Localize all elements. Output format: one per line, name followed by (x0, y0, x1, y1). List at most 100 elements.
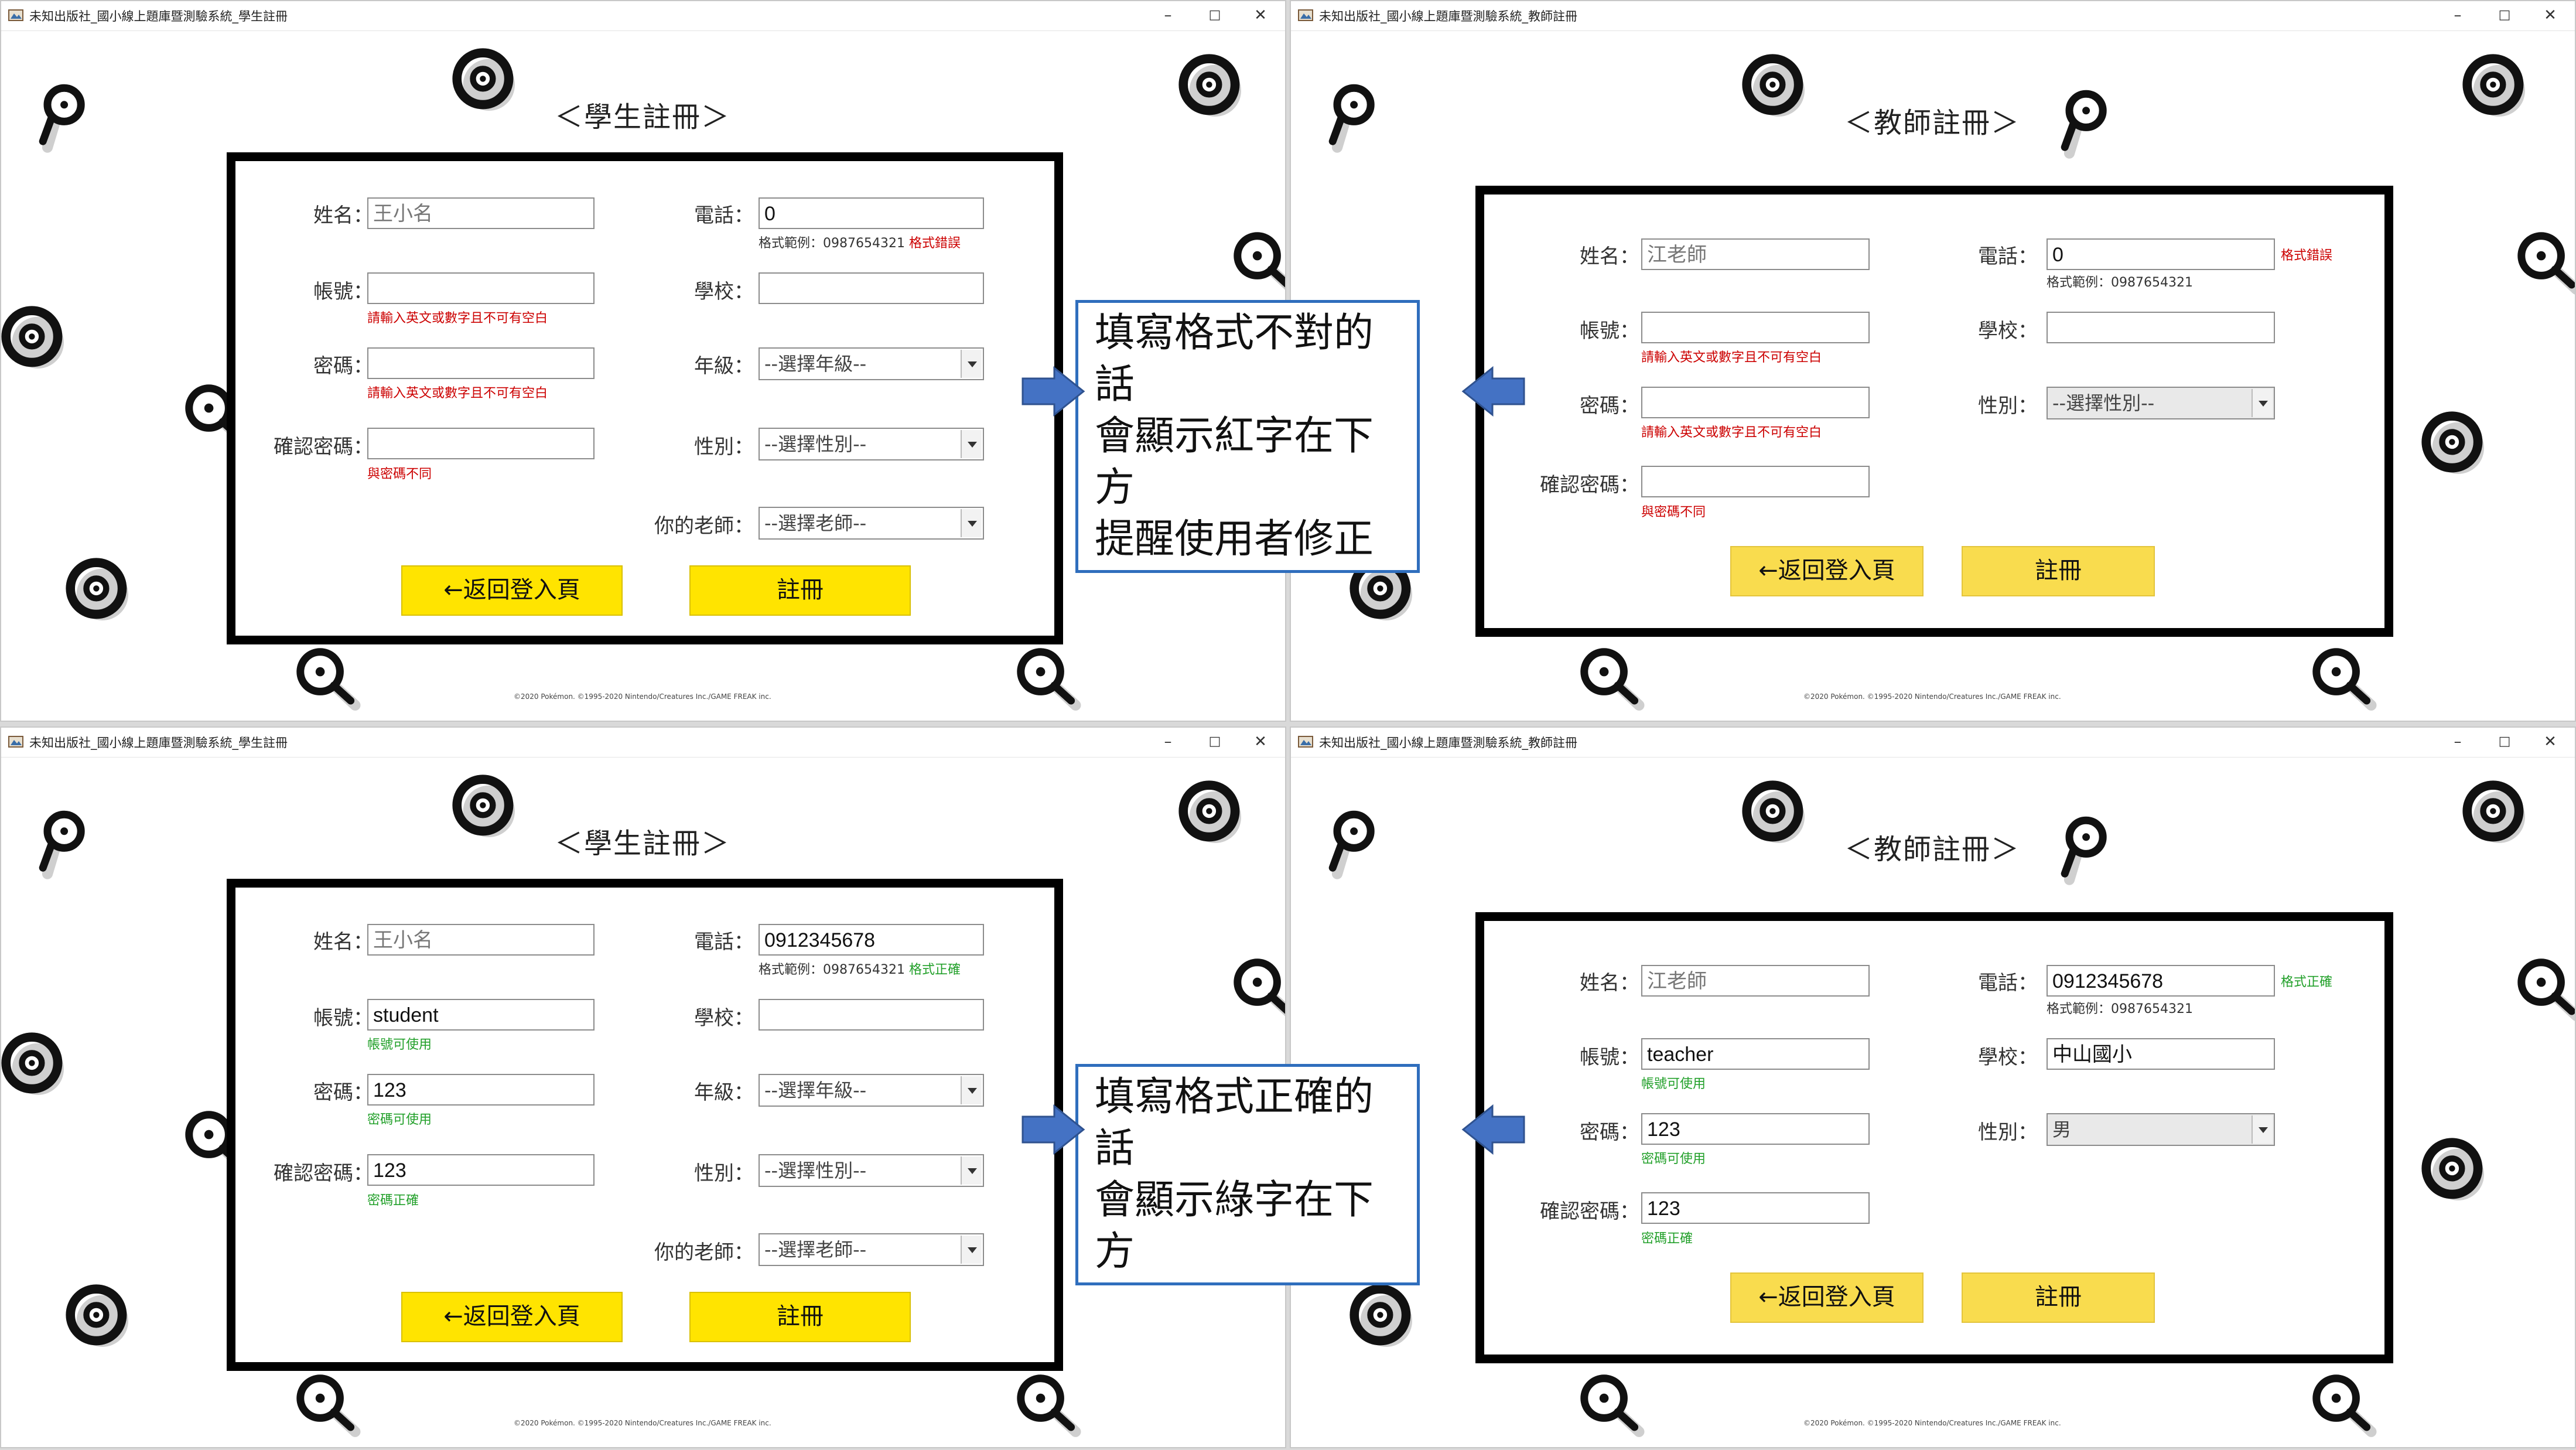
grade-label: 年級： (694, 354, 754, 378)
unown-o-icon (60, 552, 136, 628)
confirm-password-input[interactable]: 123 (1641, 1192, 1870, 1224)
gender-select[interactable]: --選擇性別-- (759, 428, 984, 460)
chevron-down-icon[interactable] (961, 1076, 982, 1104)
window-title: 未知出版社_國小線上題庫暨測驗系統_學生註冊 (29, 9, 288, 23)
unown-o-icon (2457, 775, 2533, 851)
register-button[interactable]: 註冊 (689, 1292, 911, 1342)
register-button[interactable]: 註冊 (689, 565, 911, 616)
name-input[interactable]: 王小名 (367, 924, 595, 956)
minimize-button[interactable]: – (2440, 4, 2475, 27)
chevron-down-icon[interactable] (961, 509, 982, 537)
chevron-down-icon[interactable] (2252, 389, 2273, 417)
name-input[interactable]: 江老師 (1641, 238, 1870, 270)
password-input[interactable]: 123 (1641, 1113, 1870, 1145)
close-button[interactable]: ✕ (1243, 730, 1278, 753)
chevron-down-icon[interactable] (961, 1236, 982, 1264)
unown-q-icon (2304, 640, 2380, 716)
account-label: 帳號： (313, 280, 373, 303)
confirm-password-input[interactable] (367, 428, 595, 459)
back-to-login-button[interactable]: ←返回登入頁 (1730, 546, 1924, 596)
grade-select[interactable]: --選擇年級-- (759, 1074, 984, 1107)
unown-p-icon (1314, 77, 1391, 153)
window-title: 未知出版社_國小線上題庫暨測驗系統_教師註冊 (1319, 736, 1577, 750)
phone-input[interactable]: 0912345678 (2047, 965, 2275, 997)
right-arrow-icon (1021, 366, 1085, 417)
school-input[interactable]: 中山國小 (2047, 1038, 2275, 1070)
back-to-login-button[interactable]: ←返回登入頁 (401, 565, 623, 616)
back-to-login-button[interactable]: ←返回登入頁 (401, 1292, 623, 1342)
unown-o-icon (60, 1278, 136, 1355)
account-input[interactable]: teacher (1641, 1038, 1870, 1070)
confirm-password-input[interactable]: 123 (367, 1154, 595, 1186)
grade-select[interactable]: --選擇年級-- (759, 347, 984, 380)
phone-input[interactable]: 0 (759, 197, 984, 229)
chevron-down-icon[interactable] (961, 430, 982, 458)
school-input[interactable] (2047, 312, 2275, 343)
name-input[interactable]: 江老師 (1641, 965, 1870, 997)
error-explanation-callout: 填寫格式不對的話 會顯示紅字在下方 提醒使用者修正 (1075, 300, 1420, 573)
chevron-down-icon[interactable] (961, 1156, 982, 1185)
phone-status-message: 格式錯誤 (908, 236, 961, 251)
gender-select[interactable]: --選擇性別-- (759, 1154, 984, 1187)
close-button[interactable]: ✕ (2533, 4, 2568, 27)
page-title: ＜教師註冊＞ (1844, 107, 2021, 139)
confirm-password-error-message: 與密碼不同 (1641, 505, 1706, 520)
phone-format-hint: 格式範例：0987654321 格式正確 (759, 963, 961, 977)
teacher-select[interactable]: --選擇老師-- (759, 507, 984, 540)
callout-line: 會顯示紅字在下方 (1095, 413, 1374, 511)
gender-label: 性別： (694, 1162, 754, 1185)
unown-q-icon (288, 640, 364, 716)
unown-p-icon (25, 804, 101, 880)
minimize-button[interactable]: – (1150, 4, 1185, 27)
phone-input[interactable]: 0 (2047, 238, 2275, 270)
password-input[interactable] (1641, 387, 1870, 418)
unown-o-icon (0, 1026, 71, 1103)
unown-q-icon (1009, 640, 1085, 716)
app-icon (8, 8, 23, 22)
unown-p-icon (1314, 804, 1391, 880)
back-to-login-button[interactable]: ←返回登入頁 (1730, 1272, 1924, 1323)
confirm-password-label: 確認密碼： (1540, 1200, 1639, 1223)
left-arrow-icon (1461, 1104, 1525, 1155)
account-input[interactable]: student (367, 999, 595, 1031)
phone-status-message: 格式正確 (2281, 975, 2333, 990)
school-input[interactable] (759, 272, 984, 304)
close-button[interactable]: ✕ (2533, 730, 2568, 753)
chevron-down-icon[interactable] (2252, 1115, 2273, 1144)
maximize-button[interactable]: □ (2487, 730, 2522, 753)
gender-select[interactable]: --選擇性別-- (2047, 387, 2275, 419)
phone-input[interactable]: 0912345678 (759, 924, 984, 956)
right-arrow-icon (1021, 1104, 1085, 1155)
gender-label: 性別： (1978, 394, 2038, 418)
phone-format-hint: 格式範例：0987654321 (2047, 275, 2193, 290)
register-button[interactable]: 註冊 (1962, 546, 2155, 596)
phone-format-hint: 格式範例：0987654321 格式錯誤 (759, 236, 961, 251)
register-button[interactable]: 註冊 (1962, 1272, 2155, 1323)
maximize-button[interactable]: □ (2487, 4, 2522, 27)
account-input[interactable] (1641, 312, 1870, 343)
maximize-button[interactable]: □ (1197, 730, 1232, 753)
confirm-password-label: 確認密碼： (1540, 473, 1639, 497)
unown-q-icon (288, 1366, 364, 1442)
school-input[interactable] (759, 999, 984, 1031)
minimize-button[interactable]: – (1150, 730, 1185, 753)
confirm-password-label: 確認密碼： (274, 1162, 373, 1185)
password-label: 密碼： (1580, 1121, 1639, 1144)
unown-q-icon (1009, 1366, 1085, 1442)
callout-line: 會顯示綠字在下方 (1095, 1177, 1374, 1275)
minimize-button[interactable]: – (2440, 730, 2475, 753)
password-input[interactable]: 123 (367, 1074, 595, 1106)
password-label: 密碼： (313, 1081, 373, 1104)
confirm-password-input[interactable] (1641, 466, 1870, 497)
name-input[interactable]: 王小名 (367, 197, 595, 229)
password-input[interactable] (367, 347, 595, 379)
close-button[interactable]: ✕ (1243, 4, 1278, 27)
teacher-select[interactable]: --選擇老師-- (759, 1233, 984, 1266)
maximize-button[interactable]: □ (1197, 4, 1232, 27)
unown-p-icon (25, 77, 101, 153)
school-label: 學校： (694, 280, 754, 303)
password-label: 密碼： (1580, 394, 1639, 418)
account-input[interactable] (367, 272, 595, 304)
chevron-down-icon[interactable] (961, 350, 982, 378)
gender-select[interactable]: 男 (2047, 1113, 2275, 1146)
